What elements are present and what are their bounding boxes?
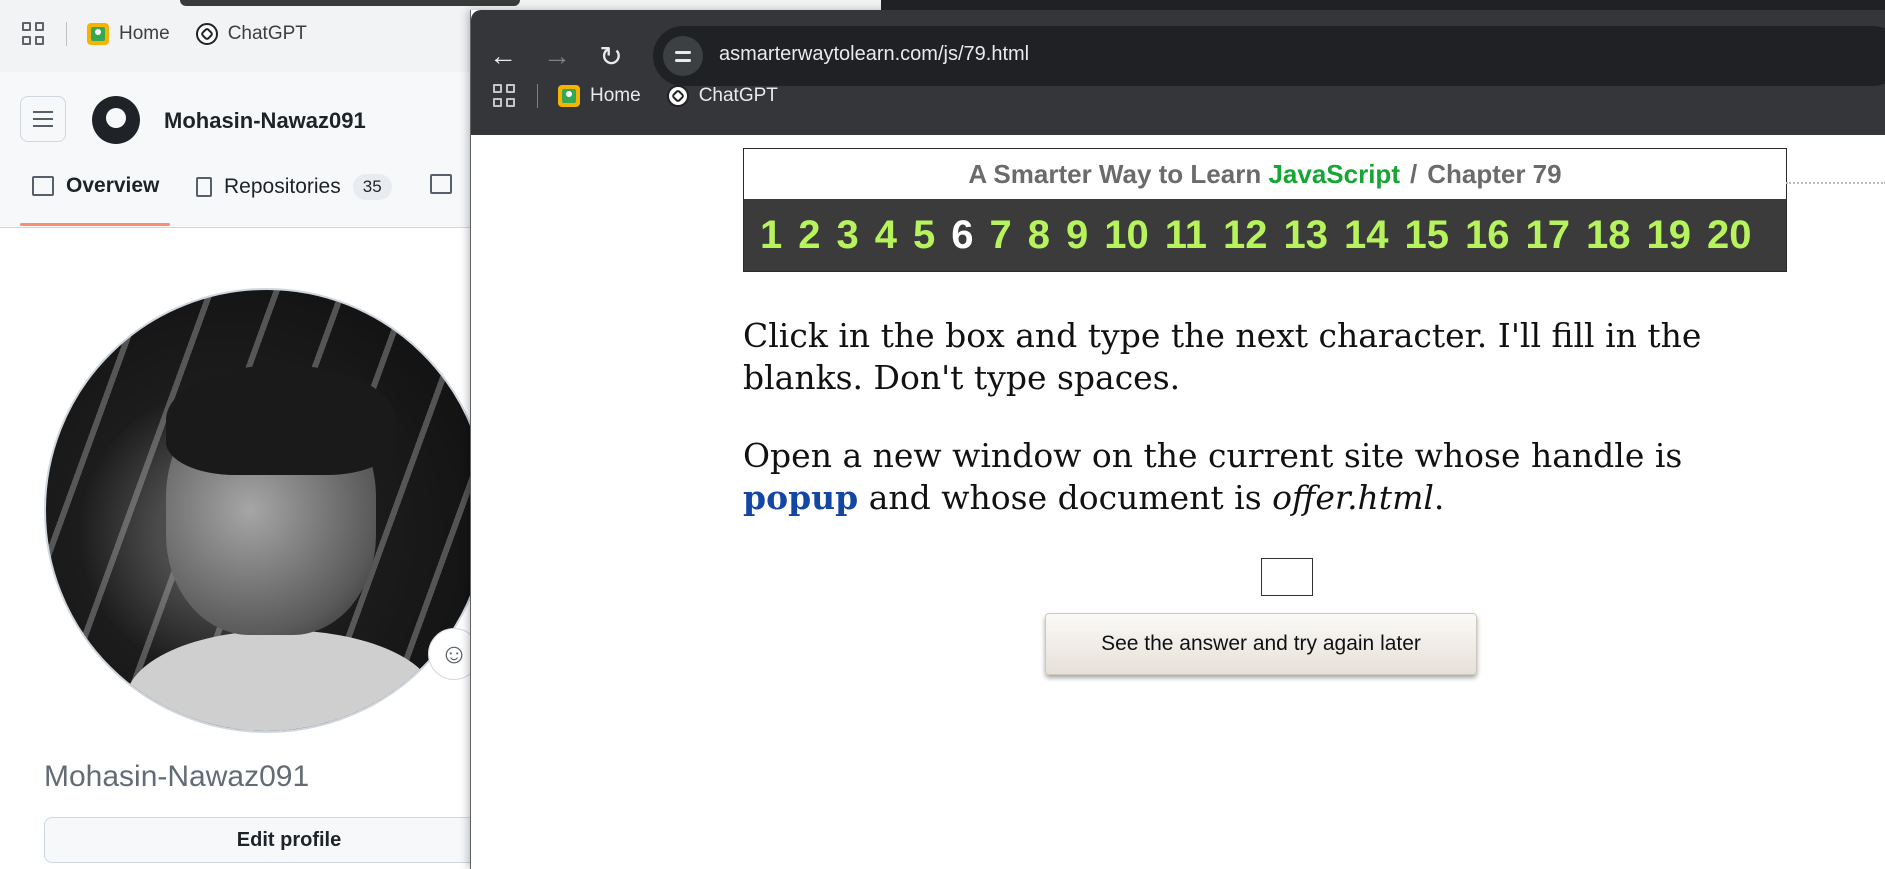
bookmarks-bar: Home ChatGPT [493,84,804,108]
back-arrow-icon[interactable]: ← [481,34,525,78]
see-answer-button[interactable]: See the answer and try again later [1045,613,1477,675]
chapter-link-15[interactable]: 15 [1405,215,1450,255]
hamburger-menu-button[interactable] [20,96,66,142]
apps-grid-icon[interactable] [22,22,46,46]
chapter-link-4[interactable]: 4 [875,215,897,255]
github-header: Mohasin-Nawaz091 Overview Repositories 3… [0,72,470,228]
bookmark-home[interactable]: Home [87,23,170,45]
edit-profile-button[interactable]: Edit profile [44,817,534,863]
chapter-link-1[interactable]: 1 [760,215,782,255]
chapter-link-7[interactable]: 7 [990,215,1012,255]
task-end: . [1433,478,1445,517]
chapter-link-11[interactable]: 11 [1165,215,1207,255]
chapter-link-5[interactable]: 5 [913,215,935,255]
active-tab-indicator [20,223,170,226]
profile-name: Mohasin-Nawaz091 [44,760,310,793]
title-prefix: A Smarter Way to Learn [968,158,1262,189]
page-content: A Smarter Way to Learn JavaScript / Chapte… [471,135,1885,869]
task-part2: and whose document is [868,478,1262,517]
tab-overview[interactable]: Overview [32,174,159,198]
bookmark-home-label: Home [590,85,641,106]
site-info-icon[interactable] [663,36,703,76]
tab-overview-label: Overview [66,174,160,197]
dotted-divider [1786,182,1885,184]
bookmark-home-label: Home [119,23,170,44]
chapter-link-16[interactable]: 16 [1465,215,1510,255]
chapter-link-3[interactable]: 3 [837,215,859,255]
chapter-link-18[interactable]: 18 [1586,215,1631,255]
title-javascript: JavaScript [1268,158,1400,189]
chapter-link-12[interactable]: 12 [1223,215,1268,255]
github-logo-icon[interactable] [92,96,140,144]
repo-icon [196,177,212,197]
tab-repositories-label: Repositories [224,175,341,198]
chapter-link-20[interactable]: 20 [1707,215,1752,255]
chapter-title: A Smarter Way to Learn JavaScript / Chapte… [744,149,1786,199]
bookmark-chatgpt[interactable]: ChatGPT [195,23,307,45]
foreground-browser-window: ← → ↻ asmarterwaytolearn.com/js/79.html … [470,0,1885,869]
chapter-link-2[interactable]: 2 [798,215,820,255]
bookmark-home[interactable]: Home [558,85,641,107]
address-bar[interactable]: asmarterwaytolearn.com/js/79.html [653,26,1885,86]
chatgpt-favicon-icon [666,85,689,107]
task-text: Open a new window on the current site wh… [743,435,1803,519]
reload-icon[interactable]: ↻ [589,34,633,78]
tab-strip-edge [180,0,520,6]
home-favicon-icon [558,85,580,107]
forward-arrow-icon[interactable]: → [535,34,579,78]
chapter-header: A Smarter Way to Learn JavaScript / Chapte… [743,148,1787,272]
task-document: offer.html [1272,478,1434,517]
instruction-text: Click in the box and type the next chara… [743,316,1702,397]
task-keyword: popup [743,478,859,517]
tab-projects[interactable] [430,174,464,194]
chapter-link-19[interactable]: 19 [1647,215,1692,255]
bookmarks-divider [537,84,538,108]
title-separator: / [1409,158,1418,189]
home-favicon-icon [87,23,109,45]
profile-avatar[interactable] [44,288,489,733]
tab-repositories[interactable]: Repositories 35 [196,174,392,200]
header-username[interactable]: Mohasin-Nawaz091 [164,108,366,134]
url-text[interactable]: asmarterwaytolearn.com/js/79.html [719,43,1029,66]
chapter-link-13[interactable]: 13 [1284,215,1329,255]
answer-input[interactable] [1261,558,1313,596]
chapter-links-nav: 1 2 3 4 5 6 7 8 9 10 11 12 13 14 15 16 17 18 19 20 [744,199,1786,271]
avatar-hair [166,365,396,475]
bookmark-chatgpt[interactable]: ChatGPT [666,85,778,107]
chapter-label: Chapter 79 [1427,158,1562,189]
chapter-link-10[interactable]: 10 [1104,215,1149,255]
bookmark-chatgpt-label: ChatGPT [227,23,307,44]
apps-grid-icon[interactable] [493,84,517,108]
tab-strip [881,0,1885,10]
chapter-link-9[interactable]: 9 [1066,215,1088,255]
browser-toolbar: ← → ↻ asmarterwaytolearn.com/js/79.html … [471,10,1885,135]
repositories-count-badge: 35 [352,174,392,200]
table-icon [430,174,452,194]
book-icon [32,176,54,196]
bookmark-chatgpt-label: ChatGPT [698,85,778,106]
bookmarks-divider [66,22,67,46]
chatgpt-favicon-icon [195,23,218,45]
chapter-link-8[interactable]: 8 [1028,215,1050,255]
chapter-link-6[interactable]: 6 [951,215,973,255]
chapter-link-14[interactable]: 14 [1344,215,1389,255]
task-part1: Open a new window on the current site wh… [743,436,1683,475]
avatar-shirt [126,630,436,731]
chapter-link-17[interactable]: 17 [1526,215,1571,255]
